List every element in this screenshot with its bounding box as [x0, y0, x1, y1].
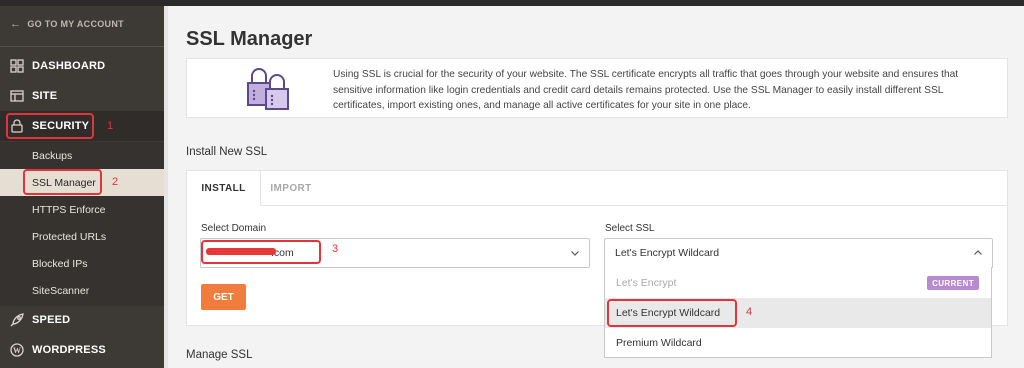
chevron-up-icon: [974, 248, 982, 256]
install-new-ssl-heading: Install New SSL: [186, 146, 268, 158]
annotation-box-wildcard: [607, 299, 737, 327]
sidebar-subitem-blocked-ips[interactable]: Blocked IPs: [0, 250, 164, 277]
current-badge: CURRENT: [927, 276, 979, 290]
annotation-number: 1: [107, 120, 114, 132]
svg-text:W: W: [13, 346, 21, 355]
option-lets-encrypt[interactable]: Let's Encrypt CURRENT: [605, 268, 991, 298]
sidebar-divider: [0, 46, 164, 47]
tab-install[interactable]: INSTALL: [187, 171, 261, 206]
sidebar-item-wordpress[interactable]: W WORDPRESS: [0, 335, 164, 365]
wordpress-icon: W: [10, 343, 24, 357]
annotation-box-ssl-manager: [23, 169, 102, 195]
redaction-mark: [206, 248, 276, 255]
ssl-info-text: Using SSL is crucial for the security of…: [333, 69, 959, 111]
ssl-select[interactable]: Let's Encrypt Wildcard: [604, 238, 993, 268]
sidebar-item-label: DASHBOARD: [32, 60, 106, 72]
sidebar-subitem-sitescanner[interactable]: SiteScanner: [0, 277, 164, 304]
page-title: SSL Manager: [186, 28, 313, 50]
tab-import[interactable]: IMPORT: [263, 171, 319, 206]
sidebar-item-site[interactable]: SITE: [0, 81, 164, 111]
sidebar-item-label: SPEED: [32, 314, 71, 326]
grid-icon: [10, 59, 24, 73]
ssl-value: Let's Encrypt Wildcard: [615, 247, 720, 259]
annotation-number: 4: [746, 306, 753, 318]
annotation-number: 2: [112, 176, 119, 188]
site-icon: [10, 89, 24, 103]
annotation-number: 3: [332, 243, 339, 255]
sidebar-item-dashboard[interactable]: DASHBOARD: [0, 51, 164, 81]
manage-ssl-heading: Manage SSL: [186, 349, 253, 361]
option-label: Let's Encrypt: [616, 277, 677, 289]
select-ssl-label: Select SSL: [605, 223, 655, 234]
select-domain-label: Select Domain: [201, 223, 267, 234]
go-to-account-link[interactable]: ← GO TO MY ACCOUNT: [10, 18, 124, 30]
arrow-left-icon: ←: [10, 18, 22, 30]
sidebar-subitem-backups[interactable]: Backups: [0, 142, 164, 169]
option-premium-wildcard[interactable]: Premium Wildcard: [605, 328, 991, 358]
rocket-icon: [10, 313, 24, 327]
sidebar-subitem-protected-urls[interactable]: Protected URLs: [0, 223, 164, 250]
sidebar-item-label: WORDPRESS: [32, 344, 106, 356]
go-to-account-label: GO TO MY ACCOUNT: [27, 19, 124, 29]
info-card: Using SSL is crucial for the security of…: [186, 58, 1008, 118]
sidebar-subitem-https-enforce[interactable]: HTTPS Enforce: [0, 196, 164, 223]
padlocks-icon: [245, 65, 293, 111]
ssl-tabs: INSTALL IMPORT: [187, 171, 1007, 206]
sidebar-item-label: SITE: [32, 90, 58, 102]
content-border: [164, 6, 168, 368]
annotation-box-security: [6, 113, 94, 139]
chevron-down-icon: [571, 248, 579, 256]
get-button[interactable]: GET: [201, 284, 246, 310]
sidebar-item-speed[interactable]: SPEED: [0, 305, 164, 335]
